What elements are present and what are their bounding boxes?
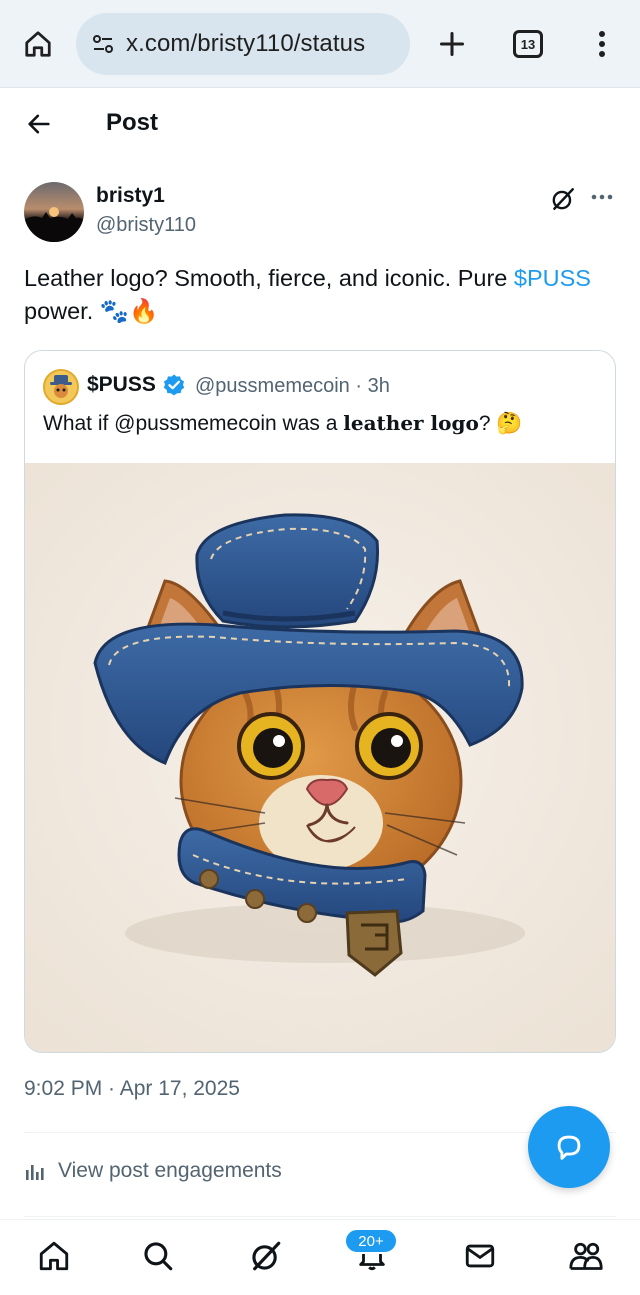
post-text-body: Leather logo? Smooth, fierce, and iconic… — [24, 265, 514, 291]
view-engagements-label[interactable]: View post engagements — [58, 1159, 282, 1183]
grok-icon[interactable] — [548, 184, 578, 214]
quoted-text-tail: ? 🤔 — [478, 412, 523, 435]
verified-badge-icon — [162, 373, 186, 397]
cashtag-link[interactable]: $PUSS — [514, 265, 591, 291]
url-text[interactable]: x.com/bristy110/status — [126, 30, 365, 58]
quoted-post-text: What if @pussmemecoin was a leather logo… — [43, 411, 522, 436]
new-tab-icon[interactable] — [432, 24, 472, 64]
divider — [24, 1216, 616, 1217]
page-title: Post — [106, 109, 159, 136]
post-timestamp[interactable]: 9:02 PM · Apr 17, 2025 — [24, 1077, 240, 1101]
author-handle[interactable]: @bristy110 — [96, 214, 196, 237]
quoted-author-name[interactable]: $PUSS — [87, 373, 156, 397]
reply-fab-button[interactable] — [528, 1106, 610, 1188]
browser-menu-icon[interactable] — [588, 24, 616, 64]
nav-search-icon[interactable] — [138, 1236, 178, 1276]
quoted-author-avatar[interactable] — [43, 369, 79, 405]
quoted-author-handle: @pussmemecoin · 3h — [195, 375, 390, 397]
nav-home-icon[interactable] — [34, 1236, 74, 1276]
tab-switcher-button[interactable]: 13 — [513, 30, 543, 58]
quoted-post-card[interactable]: $PUSS @pussmemecoin · 3h What if @pussme… — [24, 350, 616, 1053]
post-header: Post — [0, 89, 640, 161]
nav-messages-icon[interactable] — [460, 1236, 500, 1276]
post-text-tail: power. 🐾🔥 — [24, 298, 159, 324]
site-settings-icon[interactable] — [90, 31, 116, 57]
back-arrow-icon[interactable] — [22, 107, 56, 141]
nav-grok-icon[interactable] — [246, 1236, 286, 1276]
view-engagements-link[interactable]: View post engagements — [24, 1156, 282, 1186]
bottom-navigation: 20+ — [0, 1219, 640, 1295]
home-icon[interactable] — [18, 24, 58, 64]
address-bar[interactable]: x.com/bristy110/status — [76, 13, 410, 75]
post-text: Leather logo? Smooth, fierce, and iconic… — [24, 262, 620, 328]
quoted-text-body: What if @pussmemecoin was a — [43, 412, 344, 435]
notifications-badge: 20+ — [344, 1228, 398, 1254]
quoted-post-image[interactable] — [25, 463, 615, 1052]
more-options-icon[interactable] — [588, 184, 616, 210]
divider — [24, 1132, 616, 1133]
nav-communities-icon[interactable] — [566, 1236, 606, 1276]
browser-toolbar: x.com/bristy110/status 13 — [0, 0, 640, 88]
analytics-icon — [24, 1160, 46, 1182]
author-name[interactable]: bristy1 — [96, 184, 165, 208]
author-avatar[interactable] — [24, 182, 84, 242]
quoted-text-bold: leather logo — [343, 411, 479, 435]
